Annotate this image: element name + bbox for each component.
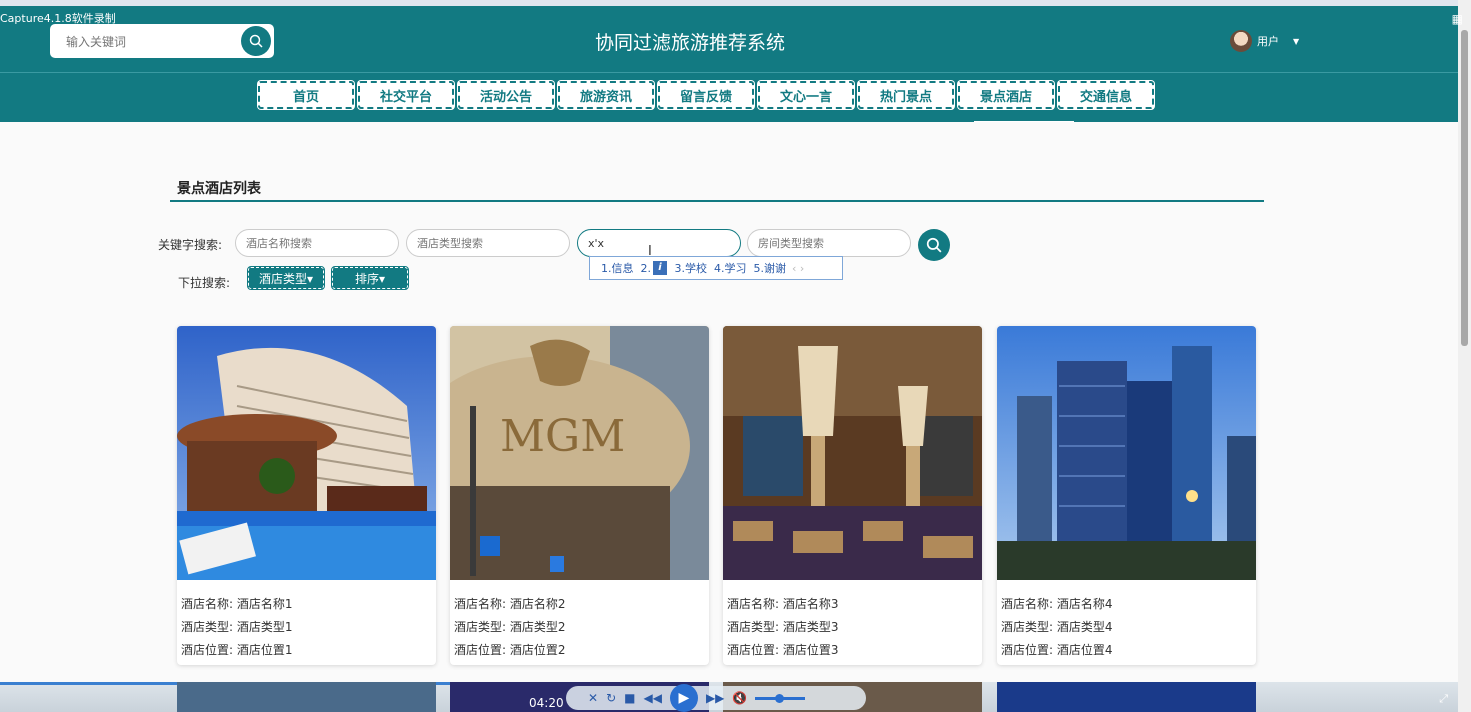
nav-item[interactable]: 活动公告 (458, 81, 554, 109)
recorder-caption: Capture4.1.8软件录制 (0, 12, 116, 25)
sort-dropdown[interactable]: 排序▾ (331, 266, 409, 290)
rewind-icon[interactable]: ◀◀ (643, 691, 661, 705)
player-controls: ✕ ↻ ■ ◀◀ ▶ ▶▶ 🔇 (566, 684, 866, 712)
svg-text:MGM: MGM (500, 411, 625, 462)
title-divider (170, 200, 1264, 202)
ime-page-arrows-icon[interactable]: ‹ › (792, 262, 804, 275)
hotel-name-search-input[interactable] (235, 229, 399, 257)
scrollbar-thumb[interactable] (1461, 30, 1468, 346)
page-scrollbar[interactable] (1458, 0, 1471, 712)
hotel-type: 酒店类型: 酒店类型3 (727, 620, 839, 634)
avatar (1230, 30, 1252, 52)
next-row-card-preview (997, 682, 1256, 712)
hotel-name: 酒店名称: 酒店名称2 (454, 597, 566, 611)
nav-item[interactable]: 社交平台 (358, 81, 454, 109)
hotel-type: 酒店类型: 酒店类型4 (1001, 620, 1113, 634)
ime-candidate[interactable]: 2. (641, 262, 652, 275)
info-icon: i (653, 261, 667, 275)
next-row-card-preview (177, 682, 436, 712)
hotel-type: 酒店类型: 酒店类型1 (181, 620, 293, 634)
user-label: 用户 (1257, 35, 1279, 48)
stop-icon[interactable]: ■ (624, 691, 635, 705)
ime-candidate[interactable]: 4.学习 (714, 260, 747, 276)
hotel-image (723, 326, 982, 580)
playback-time: 04:20 (529, 696, 564, 710)
hotel-type: 酒店类型: 酒店类型2 (454, 620, 566, 634)
search-icon (926, 237, 942, 253)
hotel-card[interactable]: MGM 酒店名称: 酒店名称2 酒店类型: 酒店类型2 酒店位置: 酒店位置2 (450, 326, 709, 665)
hotel-name: 酒店名称: 酒店名称1 (181, 597, 293, 611)
hotel-location-search-input[interactable] (577, 229, 741, 257)
hotel-location: 酒店位置: 酒店位置1 (181, 643, 293, 657)
nav-items: 首页 社交平台 活动公告 旅游资讯 留言反馈 文心一言 热门景点 景点酒店 交通信息 (258, 81, 1154, 109)
hotel-location: 酒店位置: 酒店位置4 (1001, 643, 1113, 657)
hotel-type-search-input[interactable] (406, 229, 570, 257)
fullscreen-icon[interactable]: ⤢ (1439, 692, 1448, 706)
nav-item[interactable]: 热门景点 (858, 81, 954, 109)
keyword-search-label: 关键字搜索: (158, 238, 223, 252)
hotel-card[interactable]: 酒店名称: 酒店名称1 酒店类型: 酒店类型1 酒店位置: 酒店位置1 (177, 326, 436, 665)
nav-item[interactable]: 景点酒店 (958, 81, 1054, 109)
hotel-name: 酒店名称: 酒店名称4 (1001, 597, 1113, 611)
nav-item[interactable]: 首页 (258, 81, 354, 109)
room-type-search-input[interactable] (747, 229, 911, 257)
volume-slider[interactable] (755, 693, 806, 703)
hotel-image: MGM (450, 326, 709, 580)
nav-item[interactable]: 文心一言 (758, 81, 854, 109)
nav-item[interactable]: 交通信息 (1058, 81, 1154, 109)
dropdown-search-label: 下拉搜索: (178, 276, 231, 290)
video-player-bar: 04:20 ✕ ↻ ■ ◀◀ ▶ ▶▶ 🔇 ⤢ (0, 682, 1458, 712)
site-title: 协同过滤旅游推荐系统 (594, 32, 785, 54)
play-icon[interactable]: ▶ (669, 684, 698, 712)
ime-candidate-bar: 1.信息 2. i 3.学校 4.学习 5.谢谢 ‹ › (589, 256, 843, 280)
site-header: 协同过滤旅游推荐系统 用户 ▼ (0, 6, 1458, 72)
fast-forward-icon[interactable]: ▶▶ (706, 691, 724, 705)
hotel-name: 酒店名称: 酒店名称3 (727, 597, 839, 611)
nav-item[interactable]: 留言反馈 (658, 81, 754, 109)
hotel-image (997, 326, 1256, 580)
chevron-down-icon: ▼ (1293, 36, 1300, 46)
hotel-card[interactable]: 酒店名称: 酒店名称4 酒店类型: 酒店类型4 酒店位置: 酒店位置4 (997, 326, 1256, 665)
hotel-location: 酒店位置: 酒店位置2 (454, 643, 566, 657)
repeat-icon[interactable]: ↻ (606, 691, 616, 705)
grid-icon[interactable]: ▦ (1452, 12, 1463, 26)
ime-candidate[interactable]: 5.谢谢 (754, 260, 787, 276)
user-menu[interactable]: 用户 ▼ (1230, 30, 1299, 52)
main-nav: 首页 社交平台 活动公告 旅游资讯 留言反馈 文心一言 热门景点 景点酒店 交通信息 (0, 72, 1458, 123)
ime-candidate[interactable]: 1.信息 (601, 260, 634, 276)
hotel-type-dropdown[interactable]: 酒店类型▾ (247, 266, 325, 290)
ime-candidate[interactable]: 3.学校 (675, 260, 708, 276)
keyword-search-button[interactable] (918, 229, 950, 261)
hotel-card[interactable]: 酒店名称: 酒店名称3 酒店类型: 酒店类型3 酒店位置: 酒店位置3 (723, 326, 982, 665)
volume-icon[interactable]: 🔇 (732, 691, 747, 705)
hotel-image (177, 326, 436, 580)
shuffle-icon[interactable]: ✕ (588, 691, 598, 705)
page-title: 景点酒店列表 (177, 181, 261, 197)
main-content: 景点酒店列表 关键字搜索: I 1.信息 2. i 3.学校 4.学习 5.谢谢… (0, 122, 1458, 682)
nav-item[interactable]: 旅游资讯 (558, 81, 654, 109)
hotel-location: 酒店位置: 酒店位置3 (727, 643, 839, 657)
